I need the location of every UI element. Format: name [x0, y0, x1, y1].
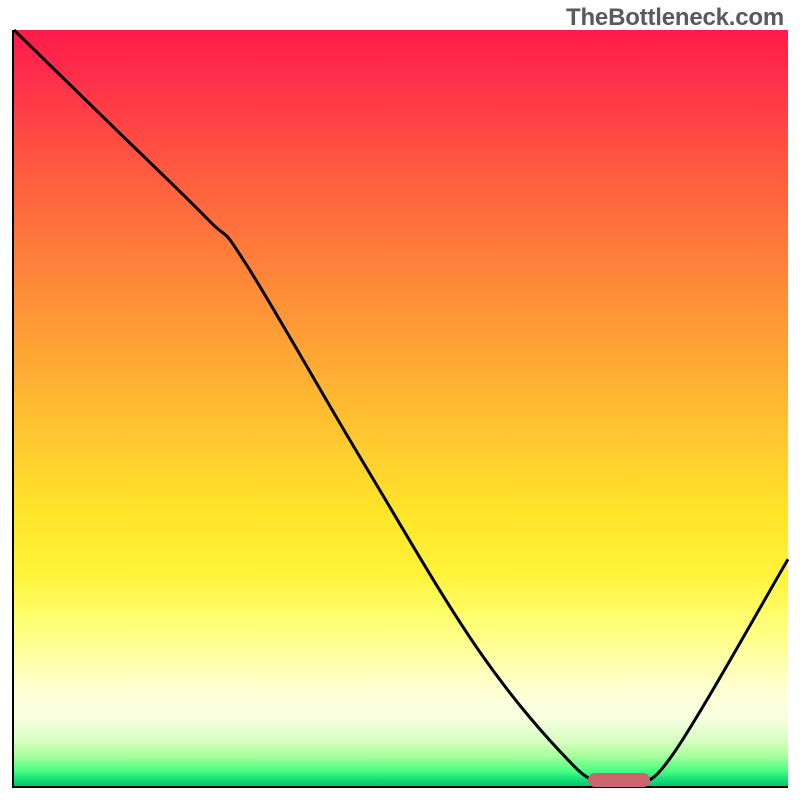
- watermark-text: TheBottleneck.com: [566, 4, 784, 32]
- curve-path: [14, 30, 788, 781]
- valley-marker: [588, 773, 650, 787]
- bottleneck-curve: [14, 30, 788, 786]
- chart-plot-area: [12, 30, 788, 788]
